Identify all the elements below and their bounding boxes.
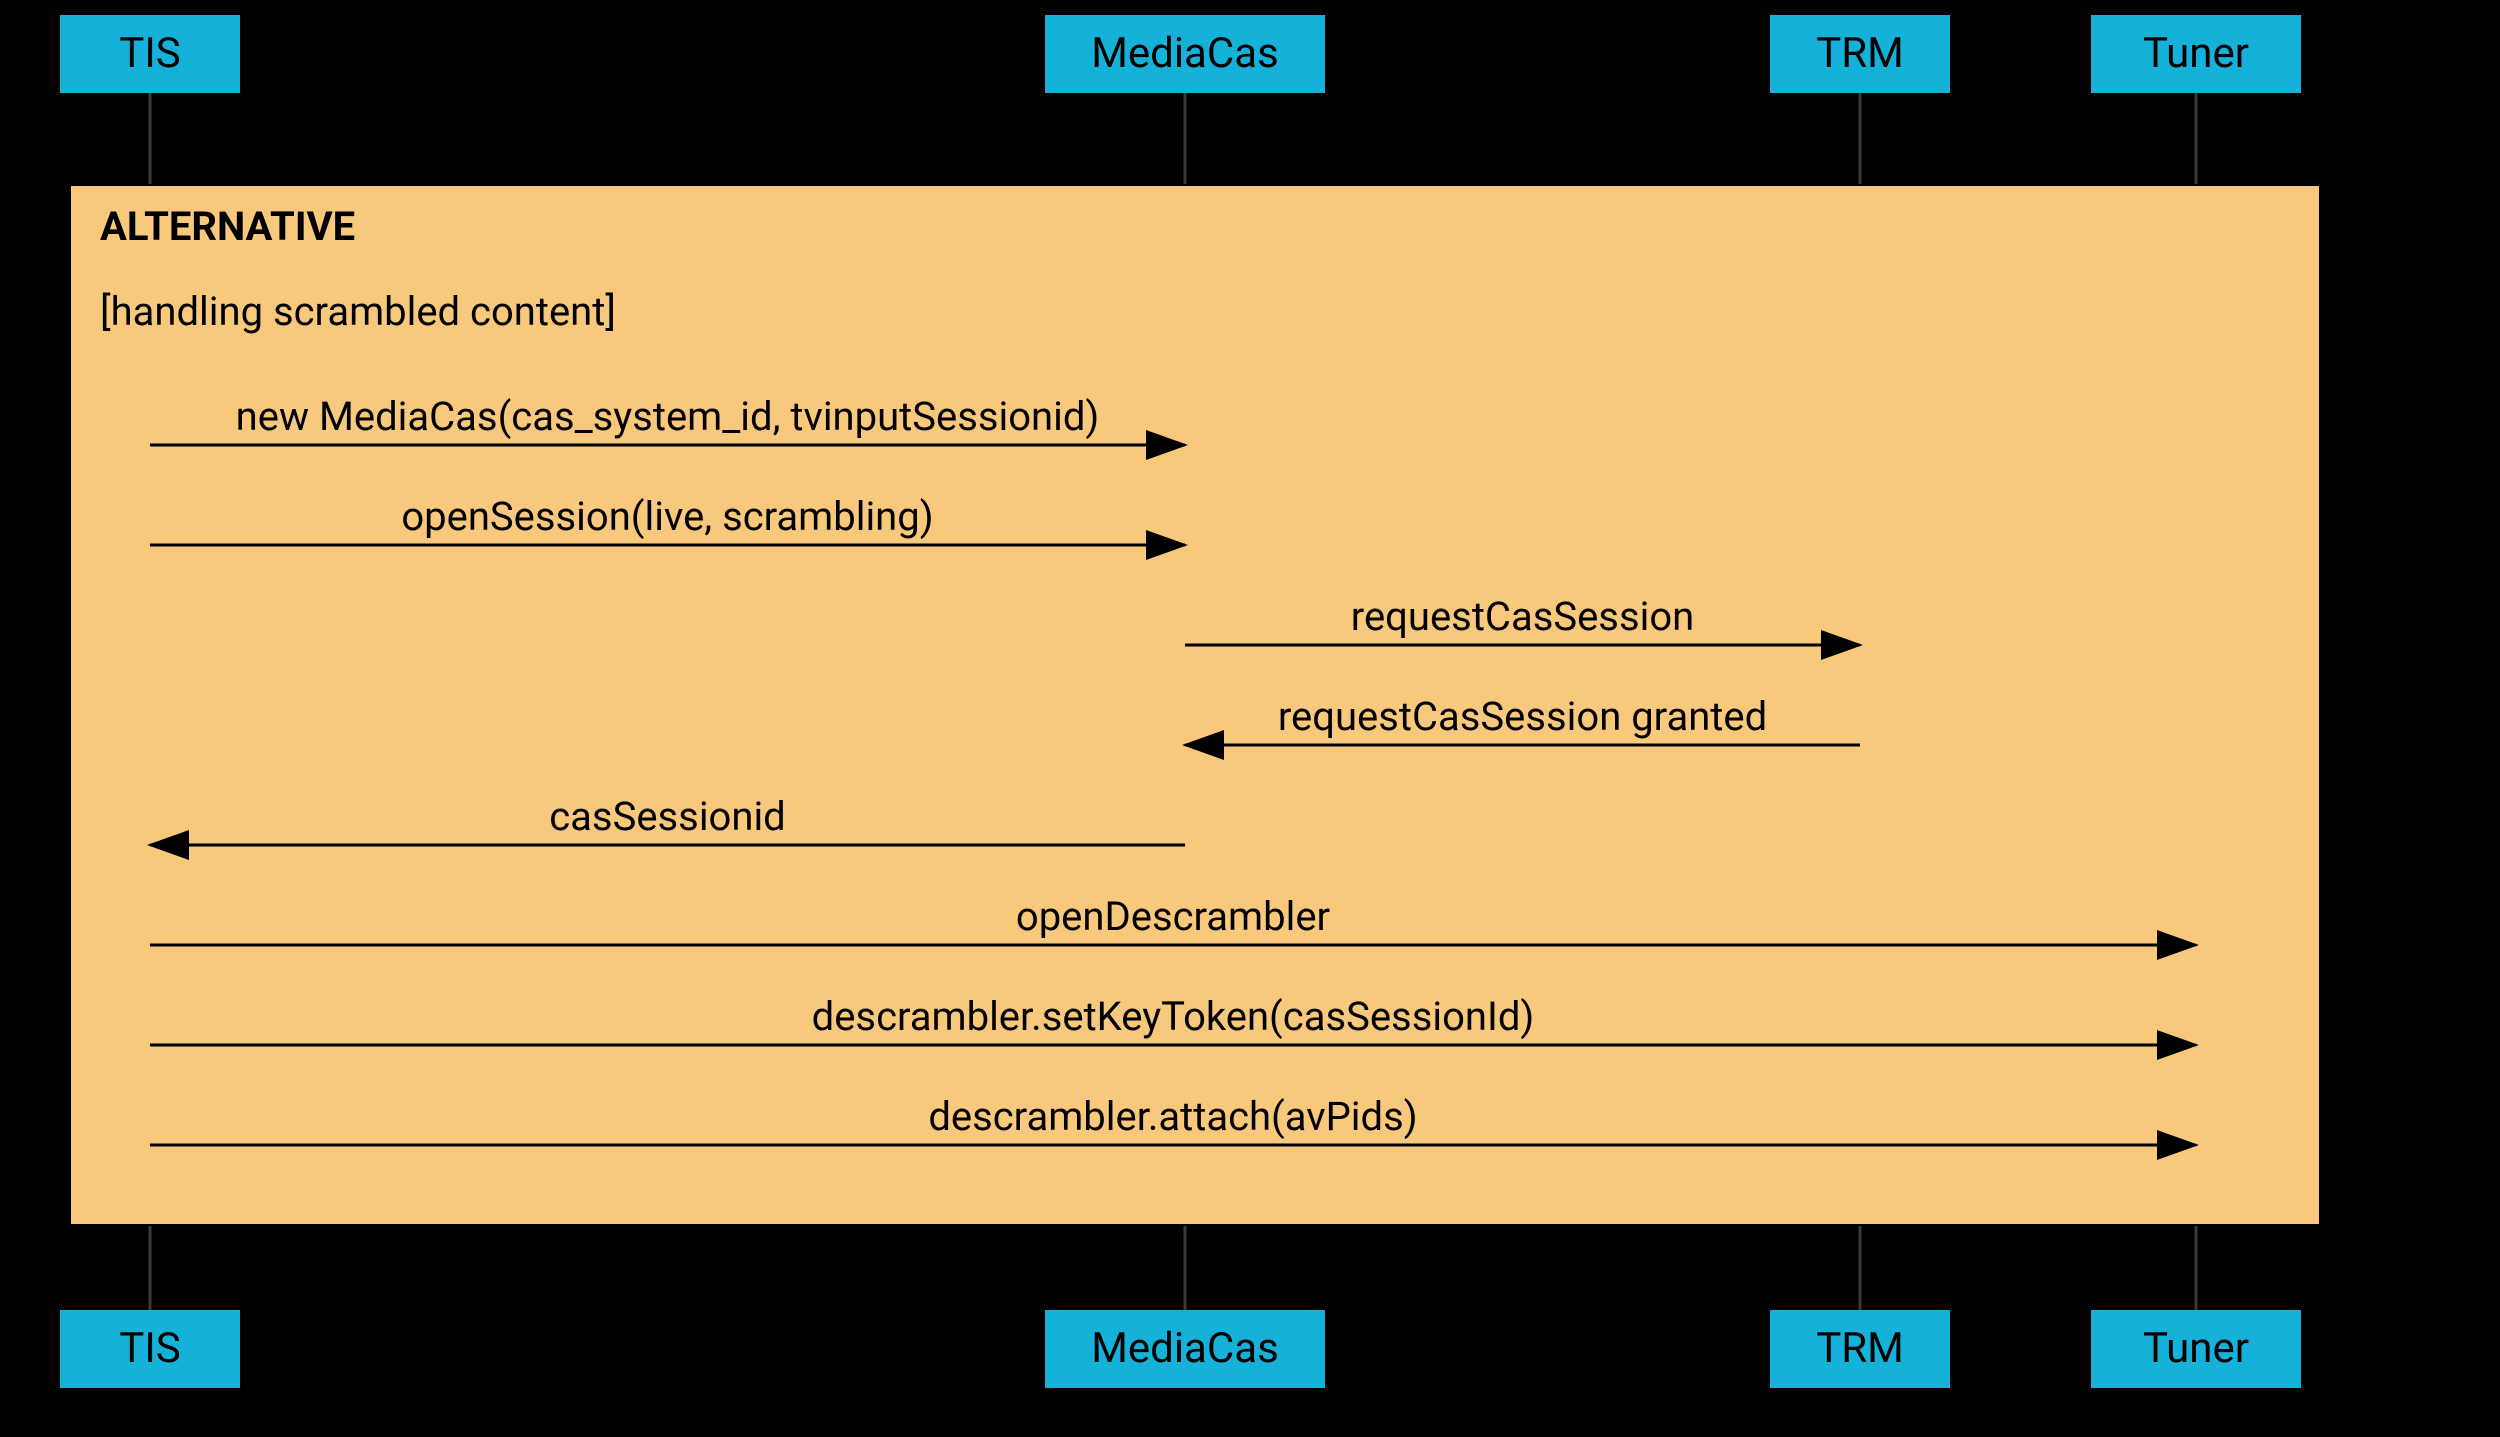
participant-tuner: Tuner — [2091, 15, 2301, 93]
participant-label: TRM — [1816, 29, 1904, 78]
message-label: descrambler.setKeyToken(casSessionId) — [812, 993, 1535, 1040]
participants-bottom: TIS MediaCas TRM Tuner — [60, 1310, 2301, 1388]
sequence-diagram: ALTERNATIVE [handling scrambled content]… — [0, 0, 2500, 1437]
participant-label: Tuner — [2143, 29, 2249, 78]
participant-mediacas: MediaCas — [1045, 15, 1325, 93]
message-label: requestCasSession — [1351, 593, 1694, 640]
participant-mediacas: MediaCas — [1045, 1310, 1325, 1388]
message-label: descrambler.attach(avPids) — [928, 1093, 1417, 1140]
participant-tis: TIS — [60, 15, 240, 93]
participant-label: TIS — [119, 1324, 180, 1373]
message-label: openSession(live, scrambling) — [401, 493, 933, 540]
alt-fragment: ALTERNATIVE [handling scrambled content] — [70, 185, 2320, 1225]
alt-condition: [handling scrambled content] — [100, 288, 616, 335]
participant-tuner: Tuner — [2091, 1310, 2301, 1388]
participant-label: TIS — [119, 29, 180, 78]
participant-tis: TIS — [60, 1310, 240, 1388]
message-label: requestCasSession granted — [1278, 693, 1767, 740]
participant-trm: TRM — [1770, 1310, 1950, 1388]
message-label: openDescrambler — [1016, 893, 1330, 940]
participant-label: TRM — [1816, 1324, 1904, 1373]
message-label: new MediaCas(cas_system_id, tvinputSessi… — [236, 393, 1100, 440]
participant-label: MediaCas — [1091, 29, 1279, 78]
alt-label: ALTERNATIVE — [100, 203, 355, 250]
participants-top: TIS MediaCas TRM Tuner — [60, 15, 2301, 93]
participant-trm: TRM — [1770, 15, 1950, 93]
message-3: requestCasSession granted — [1185, 693, 1860, 745]
participant-label: Tuner — [2143, 1324, 2249, 1373]
message-label: casSessionid — [549, 793, 786, 840]
message-0: new MediaCas(cas_system_id, tvinputSessi… — [150, 393, 1185, 445]
participant-label: MediaCas — [1091, 1324, 1279, 1373]
